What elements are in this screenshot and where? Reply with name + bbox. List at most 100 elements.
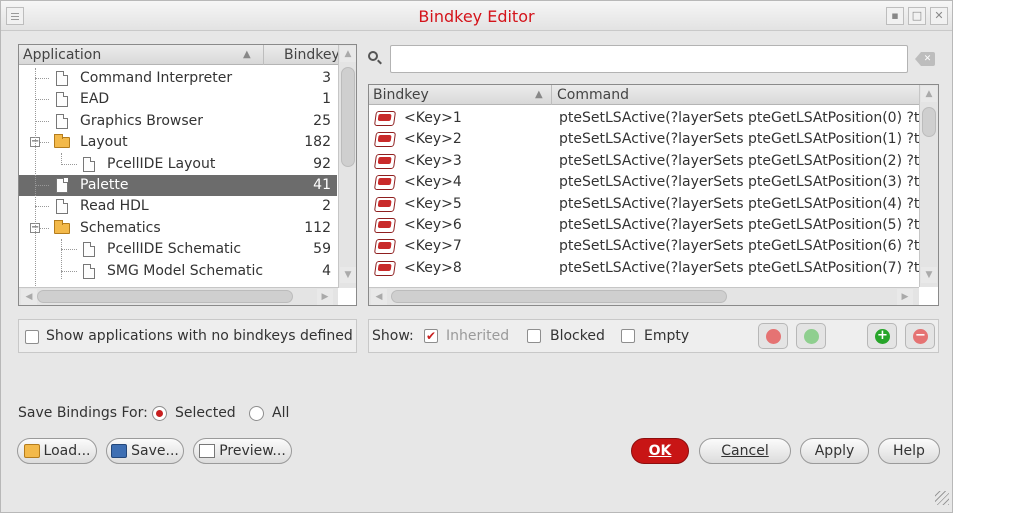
scrollbar-thumb[interactable] xyxy=(391,290,727,303)
tree-item-count: 1 xyxy=(322,91,331,108)
resize-grip-icon[interactable] xyxy=(935,491,949,505)
preview-document-icon xyxy=(199,444,216,458)
table-row[interactable]: <Key>3 pteSetLSActive(?layerSets pteGetLS… xyxy=(369,151,934,172)
tree-item-label: Graphics Browser xyxy=(80,112,204,129)
applications-vertical-scrollbar[interactable]: ▲ ▼ xyxy=(338,45,356,288)
floppy-disk-icon xyxy=(111,444,128,458)
save-all-radio[interactable] xyxy=(249,406,264,421)
tree-item-count: 92 xyxy=(313,155,331,172)
column-application[interactable]: Application xyxy=(23,47,101,63)
maximize-icon[interactable]: □ xyxy=(908,7,926,25)
tree-item[interactable]: SMG Model Schematic 4 xyxy=(19,261,337,282)
table-row[interactable]: <Key>8 pteSetLSActive(?layerSets pteGetLS… xyxy=(369,258,934,279)
scroll-left-arrow-icon[interactable]: ◀ xyxy=(371,289,387,305)
remove-bindkey-button[interactable]: − xyxy=(905,323,935,349)
folder-icon xyxy=(54,134,70,149)
scroll-down-arrow-icon[interactable]: ▼ xyxy=(340,267,356,283)
bindkeys-table: Bindkey ▲ Command <Key>1 pteSetLSActive(?… xyxy=(368,84,939,306)
keyboard-key-icon xyxy=(373,132,397,148)
tree-item[interactable]: Read HDL 2 xyxy=(19,196,337,217)
folder-icon xyxy=(54,219,70,234)
keyboard-key-icon xyxy=(373,196,397,212)
tree-item[interactable]: − Layout 182 xyxy=(19,132,337,153)
document-icon xyxy=(83,242,95,258)
empty-checkbox[interactable] xyxy=(621,329,635,343)
command-cell: pteSetLSActive(?layerSets pteGetLSAtPosi… xyxy=(559,238,935,255)
scrollbar-thumb[interactable] xyxy=(922,107,936,137)
column-bindkey[interactable]: Bindkey xyxy=(373,87,429,103)
tree-item-count: 25 xyxy=(313,112,331,129)
tree-item[interactable]: Command Interpreter 3 xyxy=(19,68,337,89)
tree-item[interactable]: − Schematics 112 xyxy=(19,218,337,239)
open-folder-icon xyxy=(23,444,40,458)
show-empty-apps-label: Show applications with no bindkeys defin… xyxy=(46,328,353,344)
bindkey-cell: <Key>2 xyxy=(404,131,462,148)
tree-item[interactable]: Palette 41 xyxy=(19,175,337,196)
show-empty-apps-checkbox[interactable] xyxy=(25,330,39,344)
scroll-down-arrow-icon[interactable]: ▼ xyxy=(921,267,937,283)
add-bindkey-button[interactable]: + xyxy=(867,323,897,349)
keyboard-key-icon xyxy=(373,175,397,191)
help-button[interactable]: Help xyxy=(878,438,940,464)
blocked-checkbox[interactable] xyxy=(527,329,541,343)
bindkeys-horizontal-scrollbar[interactable]: ◀ ▶ xyxy=(369,287,919,305)
applications-header: Application ▲ Bindkey xyxy=(19,45,340,65)
column-command[interactable]: Command xyxy=(557,87,629,103)
bindkeys-vertical-scrollbar[interactable]: ▲ ▼ xyxy=(919,85,938,287)
scrollbar-thumb[interactable] xyxy=(341,67,355,167)
table-row[interactable]: <Key>6 pteSetLSActive(?layerSets pteGetLS… xyxy=(369,215,934,236)
inherited-label: Inherited xyxy=(446,328,510,344)
save-bindings-label: Save Bindings For: xyxy=(18,405,148,421)
scroll-right-arrow-icon[interactable]: ▶ xyxy=(897,289,913,305)
table-row[interactable]: <Key>2 pteSetLSActive(?layerSets pteGetLS… xyxy=(369,129,934,150)
preview-button[interactable]: Preview... xyxy=(193,438,292,464)
keyboard-key-icon xyxy=(373,218,397,233)
command-cell: pteSetLSActive(?layerSets pteGetLSAtPosi… xyxy=(559,217,935,233)
cancel-button[interactable]: Cancel xyxy=(699,438,791,464)
ok-button[interactable]: OK xyxy=(631,438,689,464)
table-row[interactable]: <Key>4 pteSetLSActive(?layerSets pteGetLS… xyxy=(369,172,934,193)
scroll-right-arrow-icon[interactable]: ▶ xyxy=(317,289,333,305)
command-cell: pteSetLSActive(?layerSets pteGetLSAtPosi… xyxy=(559,174,935,191)
save-button[interactable]: Save... xyxy=(106,438,184,464)
load-button[interactable]: Load... xyxy=(17,438,97,464)
tree-item-label: EAD xyxy=(80,91,110,108)
search-input[interactable] xyxy=(390,45,908,73)
apply-button[interactable]: Apply xyxy=(800,438,869,464)
applications-horizontal-scrollbar[interactable]: ◀ ▶ xyxy=(19,287,338,305)
minimize-icon[interactable]: ▪ xyxy=(886,7,904,25)
command-cell: pteSetLSActive(?layerSets pteGetLSAtPosi… xyxy=(559,259,935,276)
show-empty-apps-box: Show applications with no bindkeys defin… xyxy=(18,319,357,353)
table-row[interactable]: <Key>7 pteSetLSActive(?layerSets pteGetLS… xyxy=(369,236,934,257)
document-icon xyxy=(56,199,68,215)
table-row[interactable]: <Key>5 pteSetLSActive(?layerSets pteGetLS… xyxy=(369,194,934,215)
save-selected-radio[interactable] xyxy=(152,406,167,421)
command-cell: pteSetLSActive(?layerSets pteGetLSAtPosi… xyxy=(559,195,935,212)
unblock-bindkey-button[interactable] xyxy=(796,323,826,349)
block-bindkey-button[interactable] xyxy=(758,323,788,349)
search-icon xyxy=(368,51,382,65)
inherited-checkbox[interactable]: ✔ xyxy=(424,329,438,343)
scrollbar-thumb[interactable] xyxy=(37,290,293,303)
scroll-up-arrow-icon[interactable]: ▲ xyxy=(921,86,937,102)
clear-search-icon[interactable]: ✕ xyxy=(915,52,935,66)
scroll-left-arrow-icon[interactable]: ◀ xyxy=(21,289,37,305)
keyboard-key-icon xyxy=(373,239,397,255)
keyboard-key-icon xyxy=(373,260,397,276)
bindkey-cell: <Key>4 xyxy=(404,174,462,191)
tree-item[interactable]: PcellIDE Layout 92 xyxy=(19,154,337,175)
tree-item-count: 59 xyxy=(313,241,331,258)
document-icon xyxy=(56,71,68,86)
tree-item-count: 112 xyxy=(304,219,331,236)
bindkey-editor-window: Bindkey Editor ▪ □ ✕ Application ▲ Bindk… xyxy=(0,0,953,513)
tree-item[interactable]: Graphics Browser 25 xyxy=(19,111,337,132)
table-row[interactable]: <Key>1 pteSetLSActive(?layerSets pteGetLS… xyxy=(369,108,934,129)
scroll-up-arrow-icon[interactable]: ▲ xyxy=(340,46,356,62)
tree-item[interactable]: EAD 1 xyxy=(19,89,337,110)
command-cell: pteSetLSActive(?layerSets pteGetLSAtPosi… xyxy=(559,131,935,148)
tree-item[interactable]: PcellIDE Schematic 59 xyxy=(19,239,337,260)
column-bindkey[interactable]: Bindkey xyxy=(284,47,340,63)
bindkey-cell: <Key>6 xyxy=(404,217,462,233)
close-icon[interactable]: ✕ xyxy=(930,7,948,25)
keyboard-key-icon xyxy=(373,111,397,126)
